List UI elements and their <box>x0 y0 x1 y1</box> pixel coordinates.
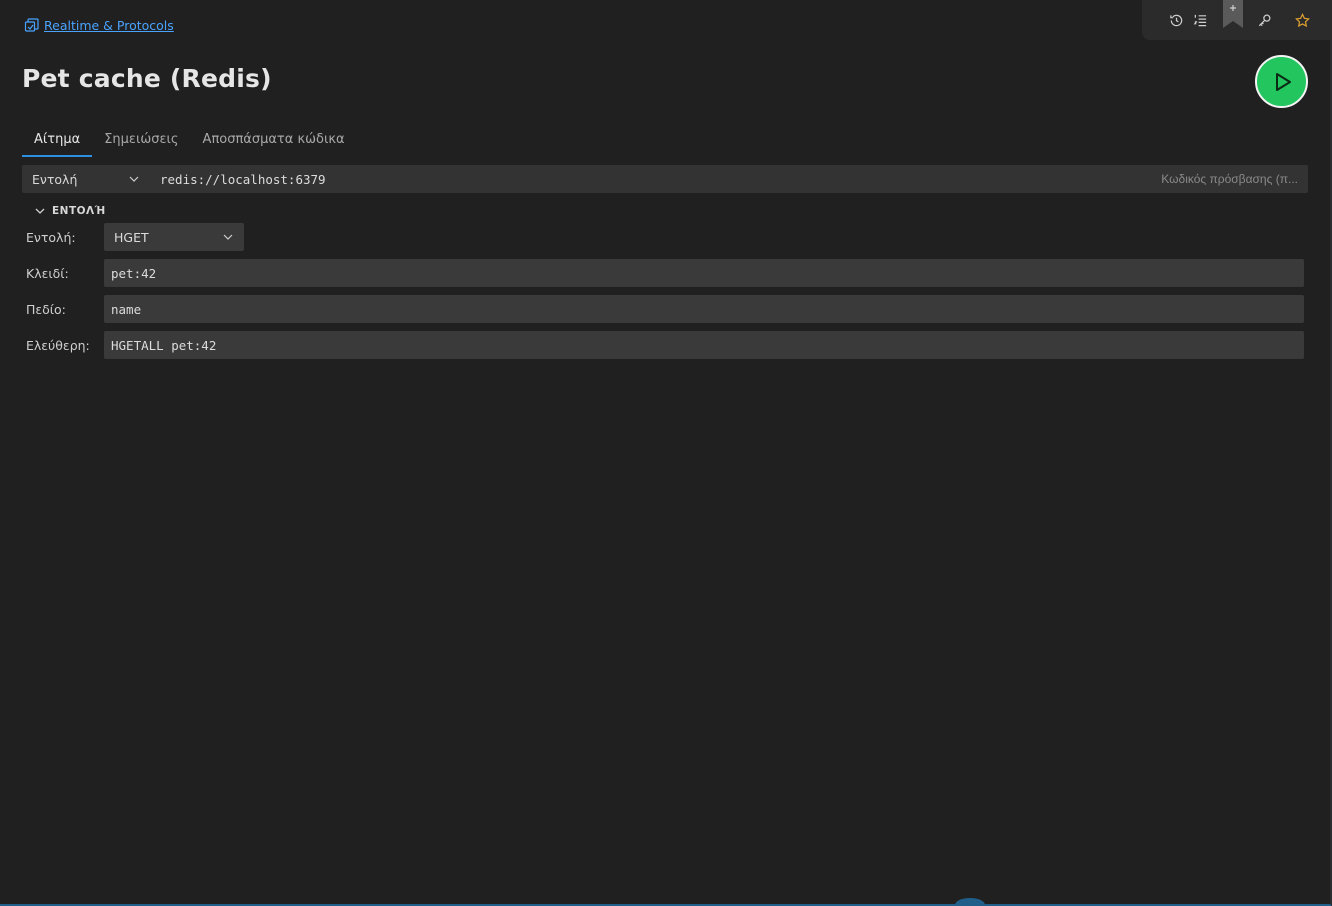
url-input[interactable] <box>150 165 1148 193</box>
field-label: Πεδίο: <box>26 301 66 317</box>
url-bar: Εντολή <box>22 165 1308 193</box>
chevron-down-icon <box>223 234 233 240</box>
free-command-row: Ελεύθερη: <box>26 331 1304 359</box>
history-icon <box>1169 14 1182 26</box>
key-row: Κλειδί: <box>26 259 1304 287</box>
chevron-down-icon <box>35 208 45 214</box>
scroll-indicator[interactable] <box>955 898 985 906</box>
play-icon <box>1276 72 1291 91</box>
request-tabs: Αίτημα Σημειώσεις Αποσπάσματα κώδικα <box>22 124 357 157</box>
bookmark-icon[interactable] <box>1222 0 1244 28</box>
method-select-label: Εντολή <box>32 171 78 187</box>
free-command-input[interactable] <box>104 331 1304 359</box>
favorite-button[interactable] <box>1290 8 1314 32</box>
run-button[interactable] <box>1255 55 1308 108</box>
list-icon <box>1193 14 1206 26</box>
auth-button[interactable] <box>1252 8 1276 32</box>
command-row: Εντολή: HGET <box>26 223 244 251</box>
command-select[interactable]: HGET <box>104 223 244 251</box>
key-icon <box>1258 14 1270 26</box>
command-section-header[interactable]: ΕΝΤΟΛΉ <box>34 205 106 217</box>
breadcrumb: Realtime & Protocols <box>24 17 174 33</box>
page-title: Pet cache (Redis) <box>22 64 272 93</box>
command-select-value: HGET <box>114 229 149 245</box>
outline-button[interactable] <box>1188 8 1212 32</box>
tab-notes[interactable]: Σημειώσεις <box>92 124 190 157</box>
history-button[interactable] <box>1164 8 1188 32</box>
tab-code-snippets[interactable]: Αποσπάσματα κώδικα <box>191 124 357 157</box>
star-icon <box>1294 12 1310 27</box>
method-select[interactable]: Εντολή <box>22 165 150 193</box>
chevron-down-icon <box>129 176 139 182</box>
tab-request[interactable]: Αίτημα <box>22 124 93 157</box>
command-label: Εντολή: <box>26 229 76 245</box>
field-input[interactable] <box>104 295 1304 323</box>
key-input[interactable] <box>104 259 1304 287</box>
section-title: ΕΝΤΟΛΉ <box>52 205 106 217</box>
request-page: Realtime & Protocols Pet cache (Redis) Α… <box>0 0 1332 906</box>
breadcrumb-link[interactable]: Realtime & Protocols <box>44 18 174 33</box>
toolbar <box>1142 0 1332 40</box>
free-command-label: Ελεύθερη: <box>26 337 90 353</box>
field-row: Πεδίο: <box>26 295 1304 323</box>
key-label: Κλειδί: <box>26 265 69 281</box>
collection-icon <box>24 18 39 32</box>
password-input[interactable] <box>1148 165 1308 193</box>
